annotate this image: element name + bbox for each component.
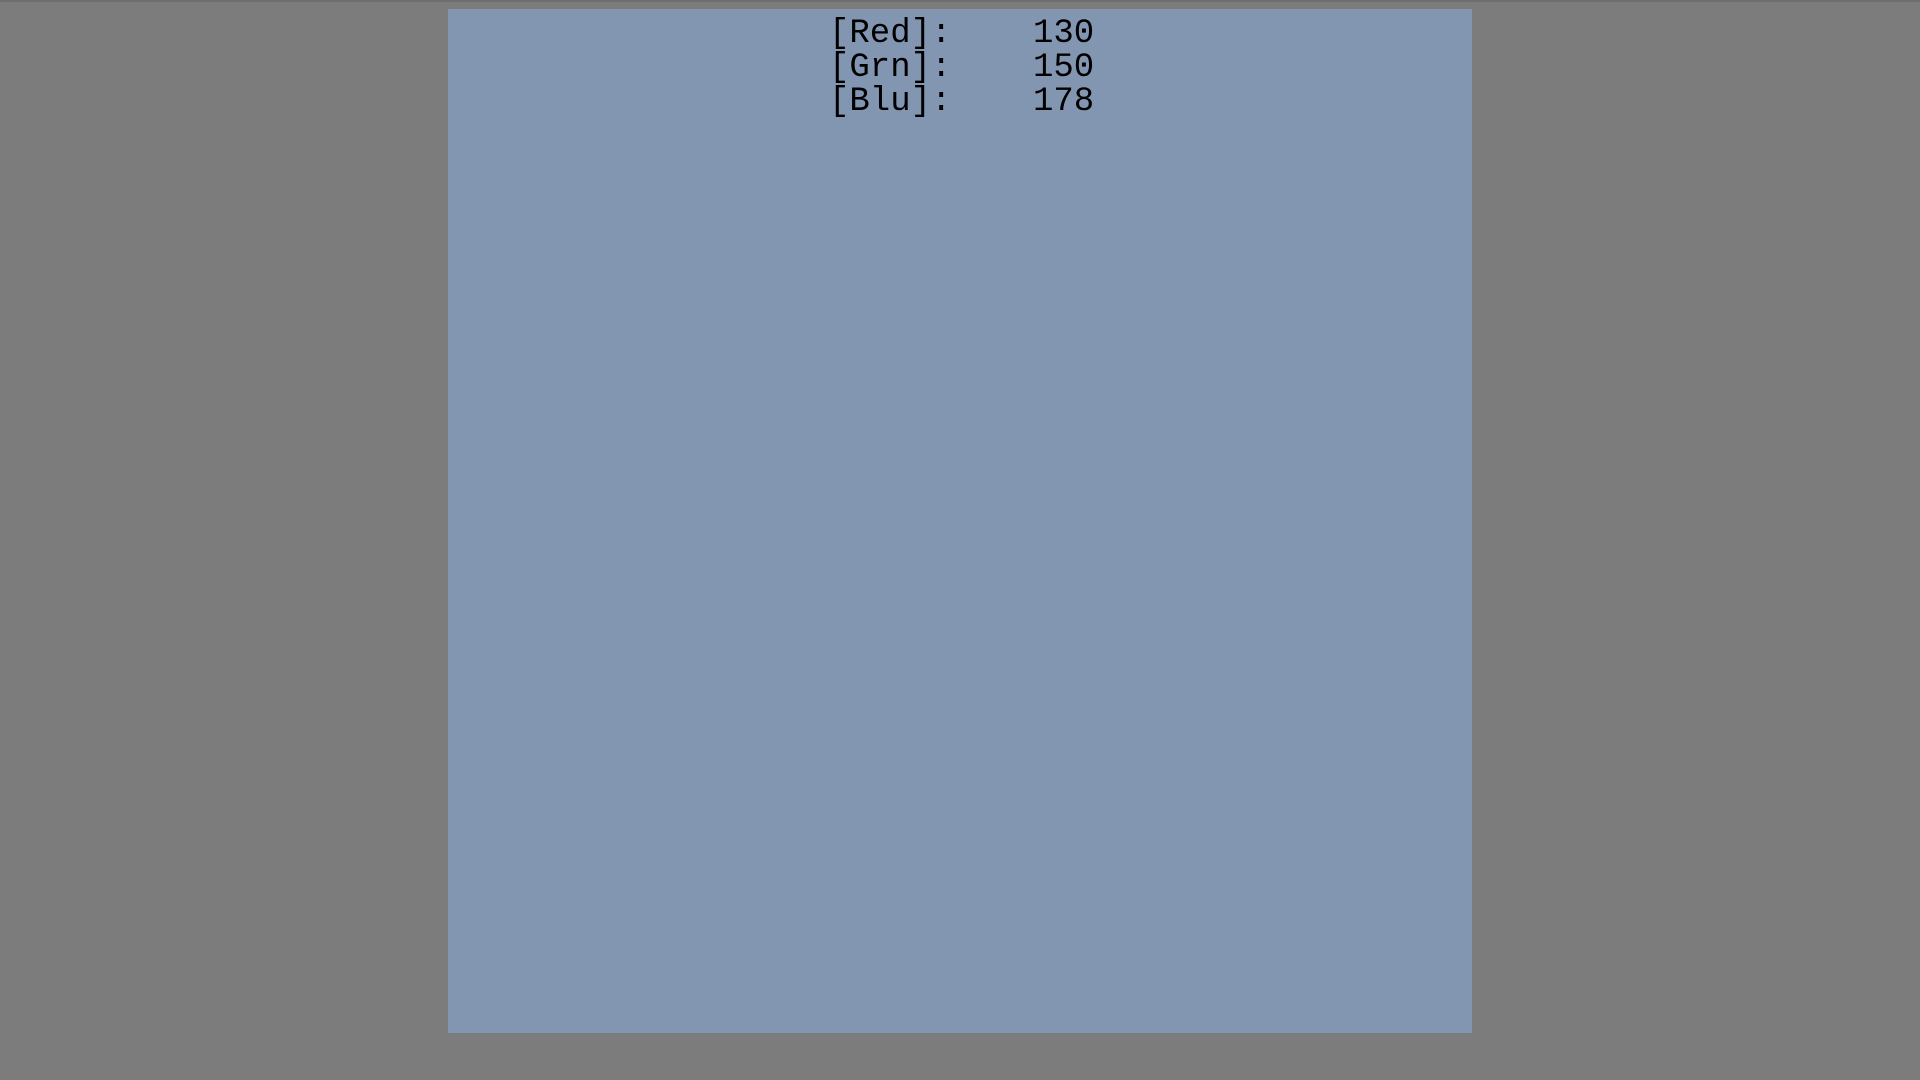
blue-channel-separator: :	[931, 83, 952, 121]
blue-channel-label: [Blu]	[829, 83, 932, 121]
red-channel-value: 130	[1033, 15, 1095, 53]
green-channel-separator: :	[931, 49, 952, 87]
red-channel-separator: :	[931, 15, 952, 53]
color-swatch-panel: [Red] : 130 [Grn] : 150 [Blu] : 178	[448, 9, 1472, 1033]
green-channel-label: [Grn]	[829, 49, 932, 87]
blue-channel-row: [Blu] : 178	[829, 85, 1113, 119]
red-channel-row: [Red] : 130	[829, 17, 1113, 51]
blue-channel-value: 178	[1033, 83, 1095, 121]
red-channel-label: [Red]	[829, 15, 932, 53]
screen-top-edge	[0, 0, 1920, 2]
green-channel-row: [Grn] : 150	[829, 51, 1113, 85]
green-channel-value: 150	[1033, 49, 1095, 87]
rgb-readout: [Red] : 130 [Grn] : 150 [Blu] : 178	[829, 17, 1113, 119]
